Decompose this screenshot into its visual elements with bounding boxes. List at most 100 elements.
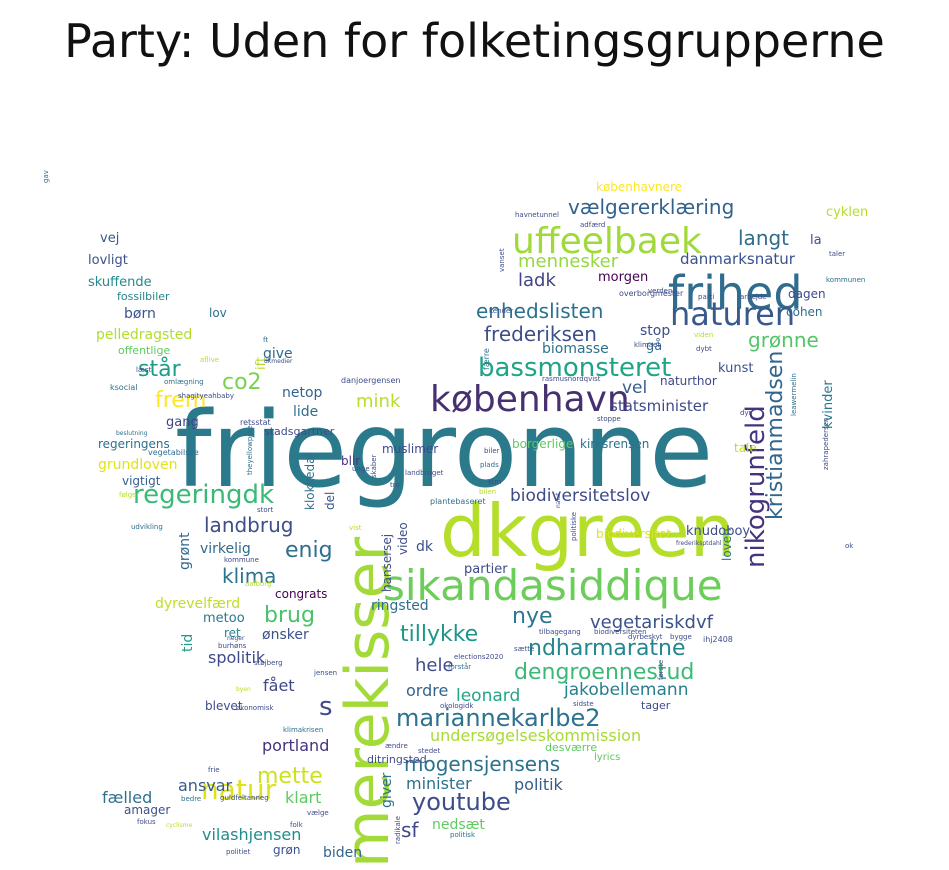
cloud-word: minister	[406, 774, 472, 793]
cloud-word: politiet	[226, 848, 251, 856]
cloud-word: parti	[698, 293, 715, 301]
word-cloud: friegronne dkgreen sikandasiddique merek…	[0, 0, 949, 870]
cloud-word: plads	[480, 461, 499, 469]
cloud-word: tager	[641, 699, 671, 712]
cloud-word: vanset	[498, 248, 506, 272]
cloud-word: landbruget	[405, 469, 444, 477]
cloud-word: lov	[209, 306, 227, 320]
cloud-word: undersøgelseskommission	[430, 726, 642, 745]
cloud-word: vælge	[307, 809, 329, 817]
cloud-word: stedet	[418, 747, 441, 755]
cloud-word: arbejde	[740, 293, 767, 301]
cloud-word: gav	[42, 170, 50, 183]
cloud-word: frie	[208, 766, 220, 774]
cloud-word: følger	[119, 491, 140, 499]
cloud-word: loven	[720, 528, 734, 561]
cloud-word: theyellowpete	[246, 425, 254, 475]
cloud-word: klokkedal	[303, 453, 317, 510]
cloud-word: ok	[845, 542, 854, 550]
cloud-word: lide	[293, 404, 319, 420]
cloud-word: vilashjensen	[202, 825, 302, 844]
cloud-word: adfærd	[580, 221, 606, 229]
cloud-word: vist	[349, 524, 362, 532]
cloud-word: viden	[694, 331, 714, 339]
cloud-word: stoppe	[597, 415, 621, 423]
cloud-word: neger	[227, 635, 245, 642]
cloud-word: elections2020	[454, 653, 504, 661]
cloud-word: mogensjensens	[404, 752, 561, 776]
cloud-word: okologidk	[440, 702, 474, 710]
cloud-word: byen	[236, 686, 251, 693]
cloud-word: danjoergensen	[341, 376, 401, 385]
cloud-word: video	[396, 522, 410, 555]
cloud-word: guldfeltanneg	[220, 794, 269, 802]
cloud-word: offentlige	[118, 344, 171, 357]
cloud-word: kender	[489, 307, 514, 315]
cloud-word: s	[319, 692, 333, 722]
cloud-word: skaber	[370, 454, 378, 479]
cloud-word: bedre	[181, 795, 202, 803]
cloud-word: aflive	[200, 356, 220, 364]
cloud-word: nalut	[555, 492, 562, 508]
cloud-word: naturthor	[660, 374, 717, 388]
cloud-word: ændre	[385, 742, 408, 750]
cloud-word: overborgmester	[619, 289, 684, 298]
cloud-word: langt	[738, 226, 790, 250]
cloud-word: vel	[622, 378, 648, 398]
cloud-word: knudoboy	[686, 524, 751, 539]
cloud-word: sidste	[573, 700, 594, 708]
cloud-word: vej	[100, 231, 120, 246]
cloud-word: jensen	[314, 669, 338, 677]
cloud-word: biodiversitet	[596, 527, 672, 541]
cloud-word: leawermelin	[790, 373, 798, 416]
cloud-word: klimakrisen	[283, 726, 324, 734]
cloud-word: sætte	[514, 645, 535, 653]
cloud-word: borgerlige	[512, 437, 574, 451]
cloud-word: unge	[352, 465, 370, 473]
cloud-word: dybt	[696, 345, 712, 353]
cloud-word: danmarksnatur	[680, 250, 795, 268]
cloud-word: grønne	[748, 328, 819, 352]
cloud-word: økonomisk	[236, 704, 274, 712]
cloud-word: folk	[290, 821, 303, 829]
cloud-word: plantebaseret	[430, 497, 486, 506]
cloud-word: cohen	[786, 305, 823, 319]
cloud-word: statsminister	[610, 397, 709, 415]
cloud-word: grønt	[177, 532, 193, 570]
cloud-word: fossilbiler	[117, 290, 170, 303]
cloud-word: læst	[136, 366, 152, 374]
cloud-word: børn	[124, 306, 156, 322]
cloud-word: forstår	[448, 663, 472, 671]
cloud-word: støjberg	[254, 659, 283, 667]
cloud-word: metoo	[203, 611, 245, 626]
cloud-word: kunst	[718, 361, 754, 376]
cloud-word: sf	[401, 818, 419, 842]
cloud-word: vegetabilske	[148, 448, 199, 457]
cloud-word: bygge	[670, 633, 692, 641]
cloud-word: ditringsted	[367, 753, 427, 766]
cloud-word: cyklen	[826, 205, 869, 220]
cloud-word: københavnere	[596, 180, 682, 194]
cloud-word: radikale	[394, 815, 402, 844]
cloud-word: biomasse	[542, 341, 609, 357]
cloud-word: gang	[166, 415, 199, 430]
cloud-word: stadsgartner	[264, 425, 335, 438]
cloud-word: brug	[264, 603, 315, 628]
cloud-word: stop	[640, 323, 671, 339]
cloud-word: kommune	[224, 556, 259, 564]
cloud-word: la	[810, 233, 822, 248]
cloud-word: dyrevelfærd	[155, 596, 241, 612]
cloud-word: biden	[323, 845, 363, 861]
cloud-word: grundloven	[98, 457, 178, 473]
cloud-word: tale	[734, 441, 757, 455]
cloud-word: rasmusnordqvist	[542, 375, 601, 383]
cloud-word: morgen	[598, 270, 649, 285]
cloud-word: congrats	[275, 587, 328, 601]
cloud-word: mink	[356, 391, 401, 412]
cloud-word: ladk	[518, 270, 556, 291]
cloud-word: dkmedier	[264, 358, 293, 365]
cloud-word: politik	[514, 775, 563, 794]
cloud-word: biler	[484, 447, 500, 455]
cloud-word: ihj2408	[703, 635, 733, 644]
cloud-word: kristianmadsen	[763, 350, 788, 520]
